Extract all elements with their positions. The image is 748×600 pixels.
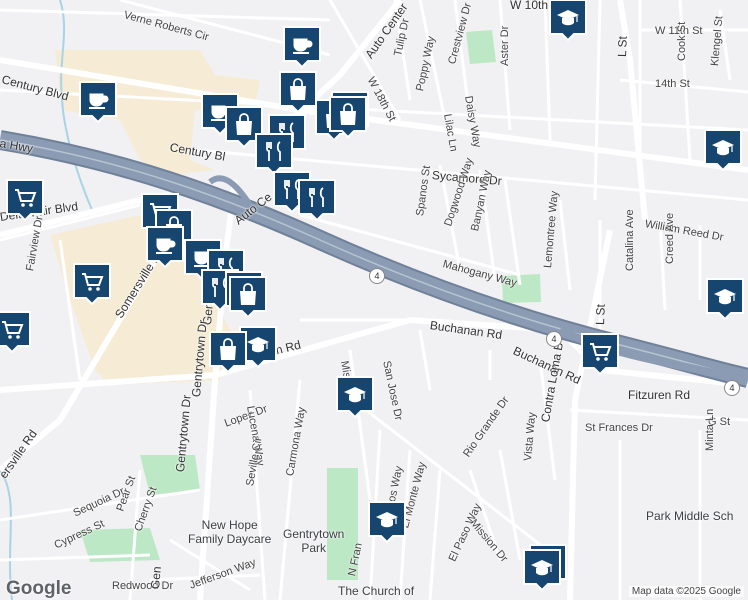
map-canvas[interactable]: Verne Roberts Cir Century Blvd Century B… bbox=[0, 0, 748, 600]
graduation-cap-icon bbox=[523, 549, 561, 592]
street-label-catalina-ave: Catalina Ave bbox=[624, 209, 636, 271]
coffee-cup-icon bbox=[79, 81, 117, 124]
poi-marker-restaurant[interactable] bbox=[297, 178, 337, 222]
street-label-w-10th: W 10th bbox=[510, 0, 549, 12]
poi-marker-shop[interactable] bbox=[208, 330, 248, 374]
poi-marker-school[interactable] bbox=[705, 277, 745, 321]
route-shield: 4 bbox=[546, 331, 562, 347]
street-label-fitzuren-rd: Fitzuren Rd bbox=[628, 388, 691, 402]
street-label-redwood-dr: Redwood Dr bbox=[112, 580, 174, 592]
shopping-bag-icon bbox=[279, 71, 317, 114]
poi-marker-shop[interactable] bbox=[228, 275, 268, 319]
poi-marker-school[interactable] bbox=[335, 375, 375, 419]
fork-knife-icon bbox=[298, 179, 336, 222]
poi-marker-grocery[interactable] bbox=[0, 310, 32, 354]
poi-marker-grocery[interactable] bbox=[5, 178, 45, 222]
shopping-bag-icon bbox=[229, 276, 267, 319]
poi-marker-cafe[interactable] bbox=[78, 80, 118, 124]
street-label-l-st-2: L St bbox=[593, 303, 608, 326]
shopping-cart-icon bbox=[6, 179, 44, 222]
shopping-cart-icon bbox=[581, 333, 619, 376]
poi-marker-grocery[interactable] bbox=[72, 262, 112, 306]
graduation-cap-icon bbox=[706, 278, 744, 321]
street-label-minta-ln: Minta Ln bbox=[704, 408, 716, 451]
poi-marker-school[interactable] bbox=[703, 128, 743, 172]
graduation-cap-icon bbox=[368, 501, 406, 544]
coffee-cup-icon bbox=[283, 26, 321, 69]
route-shield: 4 bbox=[724, 380, 740, 396]
poi-marker-shop[interactable] bbox=[328, 95, 368, 139]
shopping-bag-icon bbox=[329, 96, 367, 139]
place-label-gentrytown-park[interactable]: Gentrytown Park bbox=[283, 527, 344, 555]
poi-marker-restaurant[interactable] bbox=[254, 132, 294, 176]
street-label-cook-st: Cook St bbox=[676, 21, 688, 61]
street-label-14th-st: 14th St bbox=[655, 78, 690, 90]
street-label-st-frances-dr: St Frances Dr bbox=[585, 422, 653, 434]
poi-marker-shop[interactable] bbox=[278, 70, 318, 114]
route-shield: 4 bbox=[369, 268, 385, 284]
street-label-aster-dr: Aster Dr bbox=[499, 25, 511, 66]
shopping-bag-icon bbox=[209, 331, 247, 374]
poi-marker-school[interactable] bbox=[367, 500, 407, 544]
street-label-creed-ave: Creed Ave bbox=[664, 212, 676, 264]
coffee-cup-icon bbox=[146, 226, 184, 269]
street-label-gen: Gen bbox=[148, 565, 164, 590]
poi-marker-school[interactable] bbox=[548, 0, 588, 42]
poi-marker-cafe[interactable] bbox=[282, 25, 322, 69]
place-label-park-middle-school[interactable]: Park Middle Sch bbox=[646, 509, 733, 523]
google-logo: Google bbox=[6, 578, 72, 599]
graduation-cap-icon bbox=[549, 0, 587, 42]
shopping-cart-icon bbox=[0, 311, 31, 354]
place-label-church[interactable]: The Church of bbox=[338, 584, 414, 598]
poi-marker-school[interactable] bbox=[522, 548, 562, 592]
graduation-cap-icon bbox=[704, 129, 742, 172]
street-label-l-st: L St bbox=[615, 35, 630, 58]
place-label-new-hope-daycare[interactable]: New Hope Family Daycare bbox=[188, 518, 271, 546]
poi-marker-grocery[interactable] bbox=[580, 332, 620, 376]
graduation-cap-icon bbox=[336, 376, 374, 419]
shopping-cart-icon bbox=[73, 263, 111, 306]
poi-marker-cafe[interactable] bbox=[145, 225, 185, 269]
map-attribution: Map data ©2025 Google bbox=[628, 586, 744, 597]
